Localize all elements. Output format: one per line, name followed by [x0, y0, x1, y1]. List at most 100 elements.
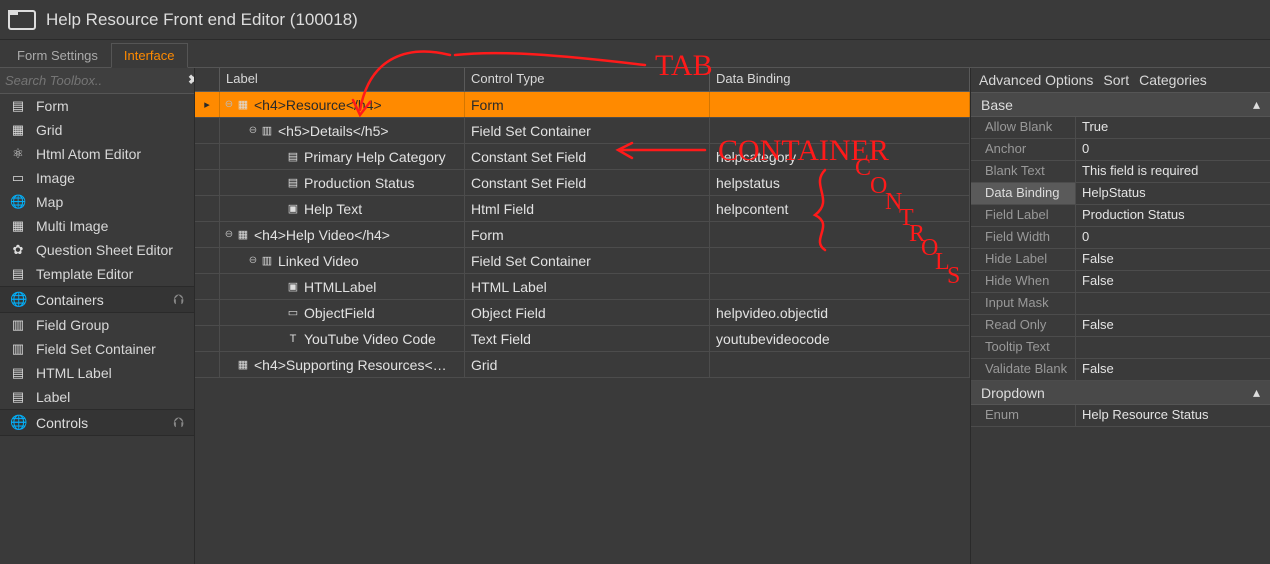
tree-row[interactable]: ⊖▥<h5>Details</h5>Field Set Container	[195, 118, 970, 144]
tree-row[interactable]: ▭ObjectFieldObject Fieldhelpvideo.object…	[195, 300, 970, 326]
property-name: Field Label	[971, 205, 1076, 226]
container-tool-field-set-container[interactable]: ▥Field Set Container	[0, 337, 194, 361]
row-gutter	[195, 248, 220, 273]
cell-data-binding: helpcategory	[710, 144, 970, 169]
property-row[interactable]: Tooltip Text	[971, 337, 1270, 359]
column-header-data-binding[interactable]: Data Binding	[710, 68, 970, 91]
property-value[interactable]	[1076, 293, 1270, 314]
property-value[interactable]: This field is required	[1076, 161, 1270, 182]
property-row[interactable]: Hide LabelFalse	[971, 249, 1270, 271]
property-value[interactable]: False	[1076, 359, 1270, 380]
collapse-icon[interactable]: ⮉	[173, 414, 184, 431]
property-row[interactable]: Input Mask	[971, 293, 1270, 315]
property-value[interactable]: True	[1076, 117, 1270, 138]
tool-question-sheet-editor[interactable]: ✿Question Sheet Editor	[0, 238, 194, 262]
property-row[interactable]: EnumHelp Resource Status	[971, 405, 1270, 427]
node-label: Primary Help Category	[304, 149, 446, 165]
property-row[interactable]: Allow BlankTrue	[971, 117, 1270, 139]
tool-grid[interactable]: ▦Grid	[0, 118, 194, 142]
prop-tab-sort[interactable]: Sort	[1103, 72, 1129, 88]
clear-search-icon[interactable]: ✖	[188, 72, 195, 90]
node-type-icon: T	[286, 333, 300, 345]
tree-row[interactable]: ▤Production StatusConstant Set Fieldhelp…	[195, 170, 970, 196]
tree-row[interactable]: ▦<h4>Supporting Resources<…Grid	[195, 352, 970, 378]
cell-data-binding: youtubevideocode	[710, 326, 970, 351]
tool-html-atom-editor[interactable]: ⚛Html Atom Editor	[0, 142, 194, 166]
expand-toggle-icon[interactable]: ⊖	[246, 125, 260, 136]
row-gutter	[195, 196, 220, 221]
tree-row[interactable]: ▤Primary Help CategoryConstant Set Field…	[195, 144, 970, 170]
tree-row[interactable]: ▣Help TextHtml Fieldhelpcontent	[195, 196, 970, 222]
property-value[interactable]: False	[1076, 271, 1270, 292]
property-value[interactable]	[1076, 337, 1270, 358]
node-type-icon: ▦	[236, 228, 250, 241]
node-label: Production Status	[304, 175, 415, 191]
property-row[interactable]: Hide WhenFalse	[971, 271, 1270, 293]
tree-row[interactable]: TYouTube Video CodeText Fieldyoutubevide…	[195, 326, 970, 352]
toolbox-search-input[interactable]	[0, 70, 188, 91]
property-row[interactable]: Field Width0	[971, 227, 1270, 249]
property-value[interactable]: HelpStatus	[1076, 183, 1270, 204]
property-row[interactable]: Blank TextThis field is required	[971, 161, 1270, 183]
property-name: Field Width	[971, 227, 1076, 248]
prop-tab-categories[interactable]: Categories	[1139, 72, 1207, 88]
tree-row[interactable]: ⊖▥Linked VideoField Set Container	[195, 248, 970, 274]
property-name: Enum	[971, 405, 1076, 426]
property-value[interactable]: Help Resource Status	[1076, 405, 1270, 426]
container-tool-label[interactable]: ▤Label	[0, 385, 194, 409]
container-tool-html-label[interactable]: ▤HTML Label	[0, 361, 194, 385]
expand-toggle-icon[interactable]: ⊖	[222, 229, 236, 240]
tool-icon: ✿	[10, 242, 26, 258]
container-tool-field-group[interactable]: ▥Field Group	[0, 313, 194, 337]
tool-template-editor[interactable]: ▤Template Editor	[0, 262, 194, 286]
cell-label: ▤Primary Help Category	[220, 144, 465, 169]
property-value[interactable]: 0	[1076, 227, 1270, 248]
node-label: Linked Video	[278, 253, 359, 269]
column-header-control-type[interactable]: Control Type	[465, 68, 710, 91]
globe-icon: 🌐	[10, 291, 26, 308]
property-row[interactable]: Field LabelProduction Status	[971, 205, 1270, 227]
row-gutter	[195, 352, 220, 377]
tool-image[interactable]: ▭Image	[0, 166, 194, 190]
tool-label: Field Group	[36, 317, 109, 333]
tab-form-settings[interactable]: Form Settings	[4, 43, 111, 67]
property-row[interactable]: Anchor0	[971, 139, 1270, 161]
section-controls-label: Controls	[36, 415, 88, 431]
tree-row[interactable]: ▸⊖▦<h4>Resource</h4>Form	[195, 92, 970, 118]
property-value[interactable]: False	[1076, 249, 1270, 270]
row-gutter	[195, 222, 220, 247]
property-row[interactable]: Read OnlyFalse	[971, 315, 1270, 337]
section-containers[interactable]: 🌐 Containers ⮉	[0, 286, 194, 313]
node-label: <h4>Resource</h4>	[254, 97, 382, 113]
prop-group-base[interactable]: Base ▴	[971, 93, 1270, 117]
property-row[interactable]: Data BindingHelpStatus	[971, 183, 1270, 205]
node-label: HTMLLabel	[304, 279, 376, 295]
expand-toggle-icon[interactable]: ⊖	[222, 99, 236, 110]
tool-icon: ▤	[10, 98, 26, 114]
cell-label: TYouTube Video Code	[220, 326, 465, 351]
prop-tab-advanced[interactable]: Advanced Options	[979, 72, 1093, 88]
tab-interface[interactable]: Interface	[111, 43, 188, 68]
tool-label: Multi Image	[36, 218, 108, 234]
expand-toggle-icon[interactable]: ⊖	[246, 255, 260, 266]
collapse-icon[interactable]: ⮉	[173, 291, 184, 308]
column-header-label[interactable]: Label	[220, 68, 465, 91]
section-containers-label: Containers	[36, 292, 104, 308]
tree-row[interactable]: ⊖▦<h4>Help Video</h4>Form	[195, 222, 970, 248]
cell-label: ▤Production Status	[220, 170, 465, 195]
property-value[interactable]: False	[1076, 315, 1270, 336]
cell-control-type: Text Field	[465, 326, 710, 351]
tool-map[interactable]: 🌐Map	[0, 190, 194, 214]
property-row[interactable]: Validate BlankFalse	[971, 359, 1270, 381]
property-name: Anchor	[971, 139, 1076, 160]
section-controls[interactable]: 🌐 Controls ⮉	[0, 409, 194, 436]
prop-group-dropdown[interactable]: Dropdown ▴	[971, 381, 1270, 405]
tool-multi-image[interactable]: ▦Multi Image	[0, 214, 194, 238]
property-value[interactable]: Production Status	[1076, 205, 1270, 226]
property-value[interactable]: 0	[1076, 139, 1270, 160]
tool-icon: ▦	[10, 122, 26, 138]
node-type-icon: ▦	[236, 98, 250, 111]
tree-row[interactable]: ▣HTMLLabelHTML Label	[195, 274, 970, 300]
cell-label: ▣HTMLLabel	[220, 274, 465, 299]
tool-form[interactable]: ▤Form	[0, 94, 194, 118]
